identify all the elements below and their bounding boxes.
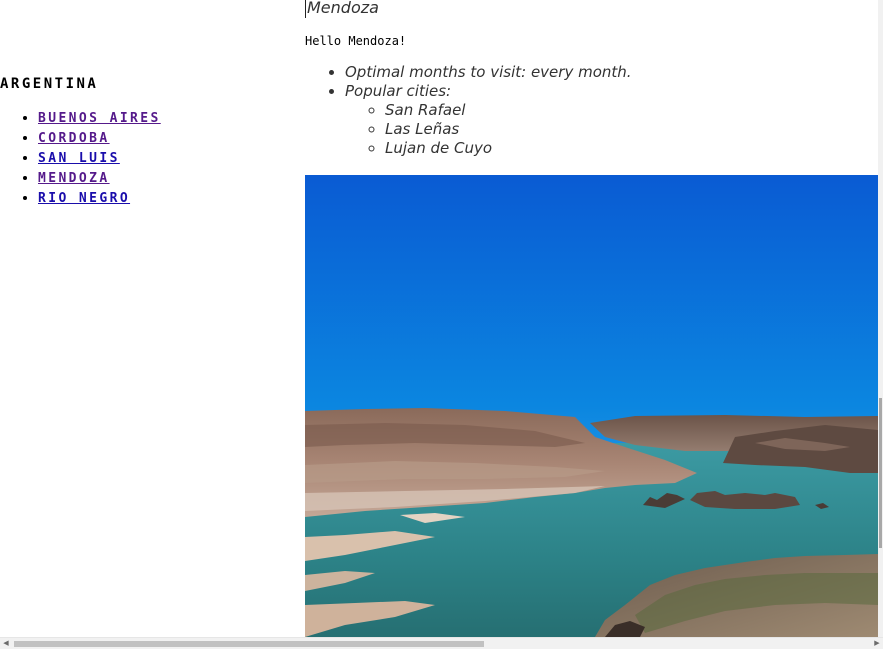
sidebar-item-rio-negro: RIO NEGRO — [38, 188, 300, 208]
vertical-scrollbar[interactable] — [878, 0, 883, 637]
page-viewport: ARGENTINA BUENOS AIRES CORDOBA SAN LUIS … — [0, 0, 883, 649]
info-popular-cities: Popular cities: San Rafael Las Leñas Luj… — [345, 82, 632, 158]
sidebar-list: BUENOS AIRES CORDOBA SAN LUIS MENDOZA RI… — [0, 108, 300, 208]
greeting-text: Hello Mendoza! — [305, 34, 407, 48]
city-item: San Rafael — [385, 101, 632, 120]
page-title: Mendoza — [305, 0, 379, 18]
horizontal-scrollbar[interactable]: ◀ ▶ — [0, 637, 883, 649]
sidebar-link-mendoza[interactable]: MENDOZA — [38, 171, 110, 186]
left-arrow-icon[interactable]: ◀ — [0, 638, 12, 649]
sidebar-link-cordoba[interactable]: CORDOBA — [38, 131, 110, 146]
right-arrow-icon[interactable]: ▶ — [871, 638, 883, 649]
vertical-scrollbar-thumb[interactable] — [879, 398, 882, 548]
sidebar-link-buenos-aires[interactable]: BUENOS AIRES — [38, 111, 161, 126]
city-item: Las Leñas — [385, 120, 632, 139]
sidebar-item-buenos-aires: BUENOS AIRES — [38, 108, 300, 128]
info-list: Optimal months to visit: every month. Po… — [305, 63, 632, 158]
city-item: Lujan de Cuyo — [385, 139, 632, 158]
city-list: San Rafael Las Leñas Lujan de Cuyo — [345, 101, 632, 158]
popular-cities-label: Popular cities: — [345, 82, 452, 100]
sidebar-item-mendoza: MENDOZA — [38, 168, 300, 188]
sidebar-item-san-luis: SAN LUIS — [38, 148, 300, 168]
mendoza-landscape-photo — [305, 175, 878, 637]
sidebar-nav: ARGENTINA BUENOS AIRES CORDOBA SAN LUIS … — [0, 74, 300, 208]
sidebar-link-san-luis[interactable]: SAN LUIS — [38, 151, 120, 166]
sidebar-heading: ARGENTINA — [0, 76, 99, 92]
sidebar-link-rio-negro[interactable]: RIO NEGRO — [38, 191, 130, 206]
horizontal-scrollbar-thumb[interactable] — [14, 641, 484, 647]
sidebar-item-cordoba: CORDOBA — [38, 128, 300, 148]
info-months: Optimal months to visit: every month. — [345, 63, 632, 82]
